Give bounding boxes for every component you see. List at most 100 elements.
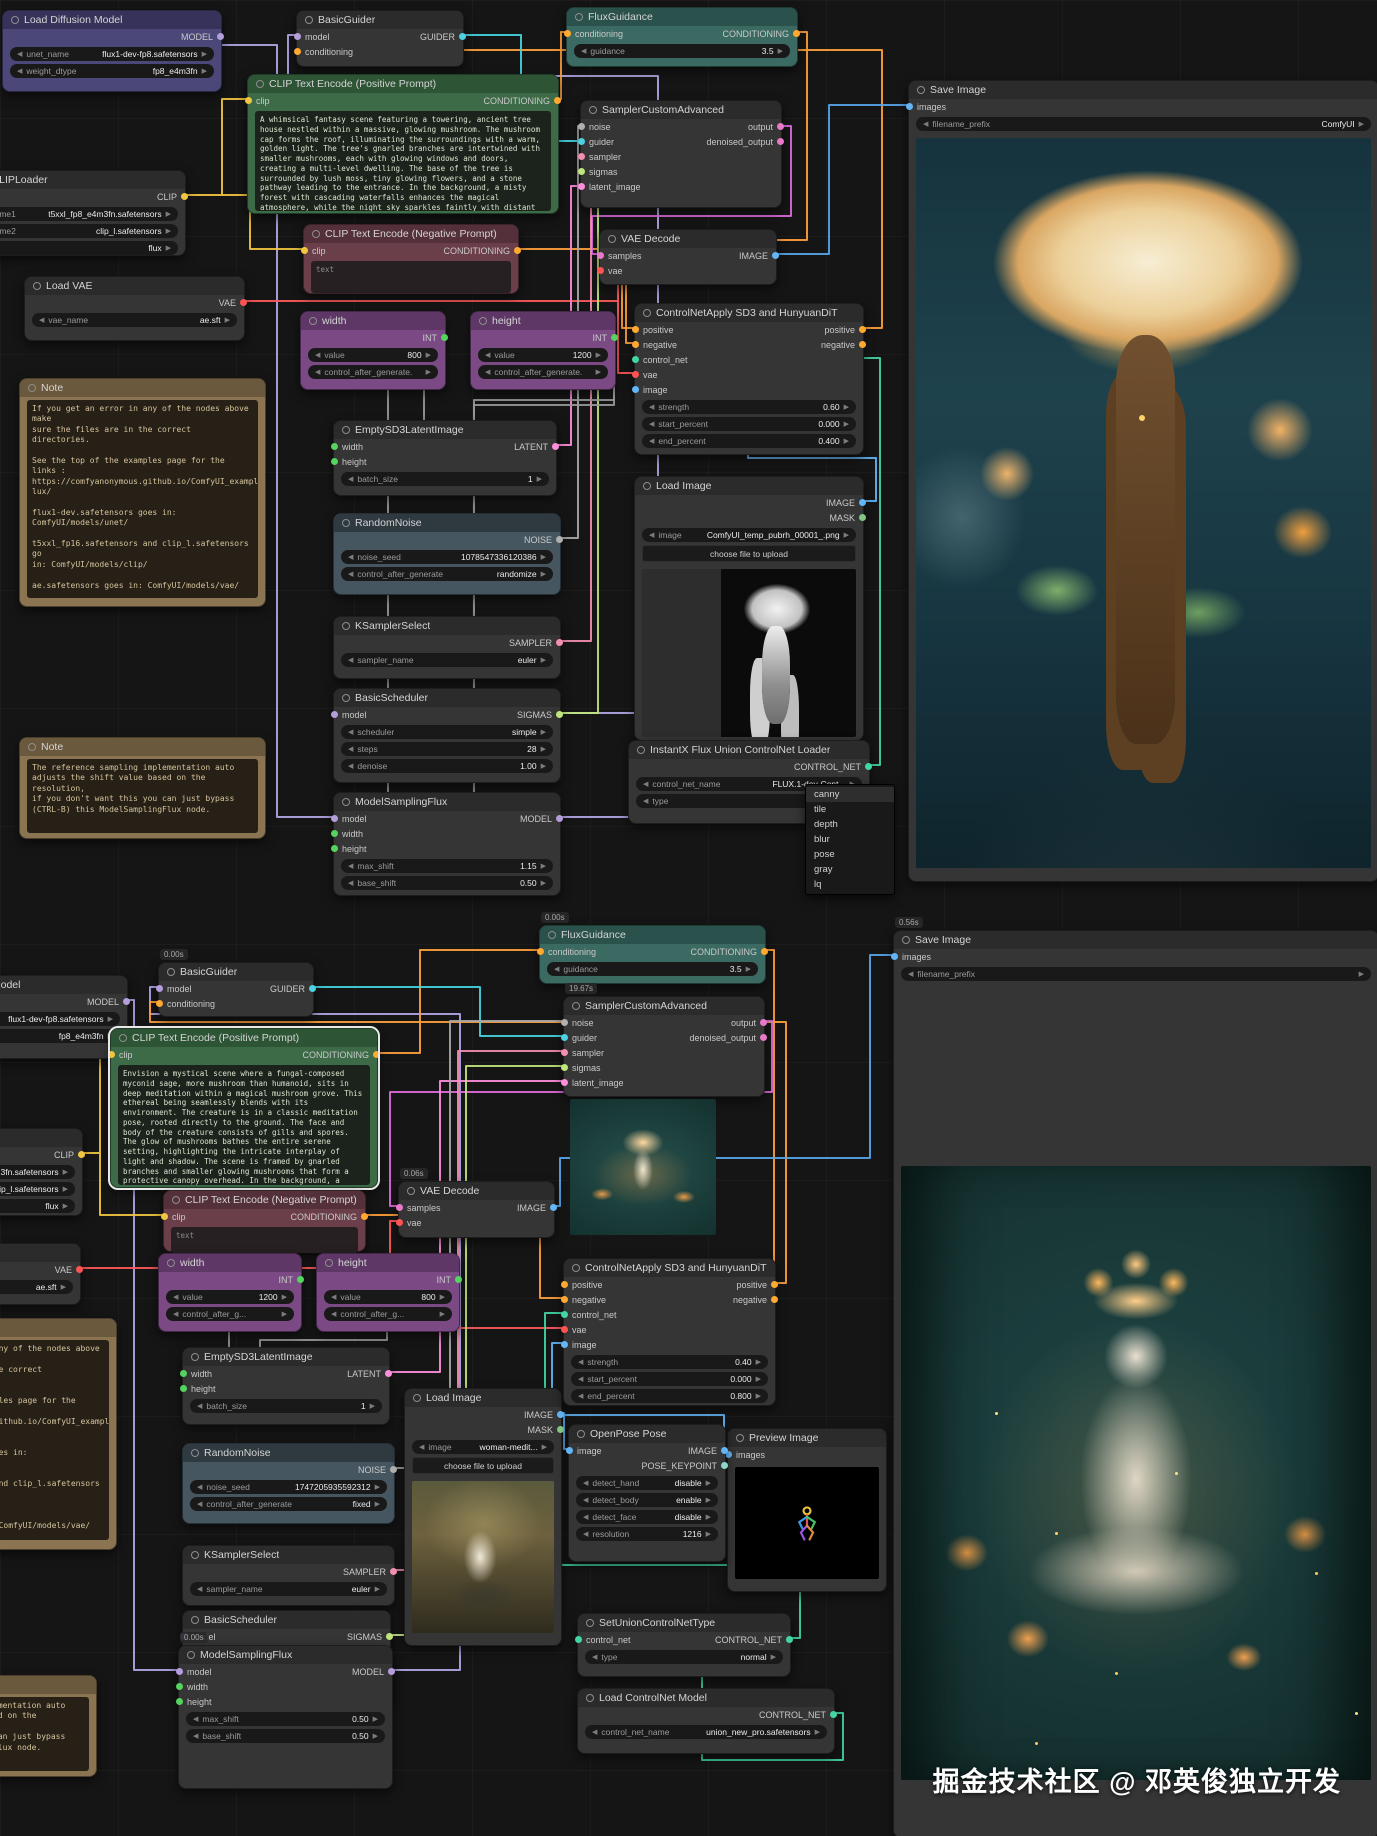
control_net-input-socket-icon[interactable] bbox=[575, 1636, 582, 1643]
vae-input-socket-icon[interactable] bbox=[396, 1219, 403, 1226]
sigmas-input[interactable]: sigmas bbox=[568, 1063, 601, 1073]
node-header[interactable]: height bbox=[471, 312, 615, 330]
increment-arrow-icon[interactable]: ▶ bbox=[202, 50, 207, 58]
decrement-arrow-icon[interactable]: ◀ bbox=[348, 475, 353, 483]
POSE_KEYPOINT-output-socket-icon[interactable] bbox=[721, 1462, 728, 1469]
widget-type[interactable]: ◀typeflux▶ bbox=[0, 241, 178, 255]
CLIP-output-socket-icon[interactable] bbox=[181, 193, 188, 200]
noise-input-socket-icon[interactable] bbox=[578, 123, 585, 130]
GUIDER-output[interactable]: GUIDER bbox=[420, 32, 459, 42]
negative-input[interactable]: negative bbox=[639, 340, 677, 350]
basic-scheduler-top[interactable]: BasicSchedulermodelSIGMAS◀schedulersimpl… bbox=[333, 688, 561, 783]
clip-text-encode-positive-bottom[interactable]: CLIP Text Encode (Positive Prompt)clipCO… bbox=[110, 1028, 378, 1188]
sampler-input-socket-icon[interactable] bbox=[578, 153, 585, 160]
load-image-bottom[interactable]: Load ImageIMAGEMASK◀imagewoman-medit...▶… bbox=[404, 1388, 562, 1646]
VAE-output-socket-icon[interactable] bbox=[76, 1266, 83, 1273]
clip-input[interactable]: clip bbox=[115, 1050, 133, 1060]
dropdown-item-blur[interactable]: blur bbox=[806, 832, 894, 847]
node-header[interactable]: Load Diffusion Model bbox=[0, 976, 127, 994]
width-input-socket-icon[interactable] bbox=[331, 830, 338, 837]
increment-arrow-icon[interactable]: ▶ bbox=[375, 1483, 380, 1491]
decrement-arrow-icon[interactable]: ◀ bbox=[348, 728, 353, 736]
denoised_output-output[interactable]: denoised_output bbox=[706, 137, 777, 147]
MODEL-output[interactable]: MODEL bbox=[181, 32, 217, 42]
POSE_KEYPOINT-output[interactable]: POSE_KEYPOINT bbox=[641, 1461, 721, 1471]
width-input[interactable]: width bbox=[338, 829, 363, 839]
MODEL-output-socket-icon[interactable] bbox=[556, 815, 563, 822]
MASK-output[interactable]: MASK bbox=[829, 513, 859, 523]
widget-scheduler[interactable]: ◀schedulersimple▶ bbox=[341, 725, 553, 739]
GUIDER-output[interactable]: GUIDER bbox=[270, 984, 309, 994]
load-diffusion-model-top[interactable]: Load Diffusion ModelMODEL◀unet_nameflux1… bbox=[2, 10, 222, 92]
dropdown-item-canny[interactable]: canny bbox=[806, 787, 894, 802]
note-files-bottom[interactable]: NoteIf you get an error in any of the no… bbox=[0, 1318, 117, 1550]
IMAGE-output[interactable]: IMAGE bbox=[739, 251, 772, 261]
widget-type[interactable]: ◀typeflux▶ bbox=[0, 1199, 75, 1213]
widget-unet_name[interactable]: ◀unet_nameflux1-dev-fp8.safetensors▶ bbox=[0, 1012, 120, 1026]
CONTROL_NET-output[interactable]: CONTROL_NET bbox=[715, 1635, 786, 1645]
images-input-socket-icon[interactable] bbox=[906, 103, 913, 110]
decrement-arrow-icon[interactable]: ◀ bbox=[315, 368, 320, 376]
increment-arrow-icon[interactable]: ▶ bbox=[706, 1530, 711, 1538]
decrement-arrow-icon[interactable]: ◀ bbox=[581, 47, 586, 55]
save-image-top[interactable]: Save Imageimages◀filename_prefixComfyUI▶ bbox=[908, 80, 1377, 882]
node-header[interactable]: Note bbox=[20, 738, 265, 756]
CONTROL_NET-output-socket-icon[interactable] bbox=[865, 763, 872, 770]
decrement-arrow-icon[interactable]: ◀ bbox=[583, 1513, 588, 1521]
widget-sampler_name[interactable]: ◀sampler_nameeuler▶ bbox=[190, 1582, 387, 1596]
samples-input-socket-icon[interactable] bbox=[597, 252, 604, 259]
note-sampling-top[interactable]: Note The reference sampling implementatio… bbox=[19, 737, 266, 839]
node-header[interactable]: DualCLIPLoader bbox=[0, 171, 185, 189]
increment-arrow-icon[interactable]: ▶ bbox=[440, 1310, 445, 1318]
INT-output-socket-icon[interactable] bbox=[611, 334, 618, 341]
height-input[interactable]: height bbox=[187, 1384, 216, 1394]
node-header[interactable]: OpenPose Pose bbox=[569, 1425, 725, 1443]
sigmas-input[interactable]: sigmas bbox=[585, 167, 618, 177]
vae-input[interactable]: vae bbox=[604, 266, 623, 276]
increment-arrow-icon[interactable]: ▶ bbox=[541, 728, 546, 736]
vae-decode-bottom[interactable]: 0.06sVAE DecodesamplesIMAGEvae bbox=[398, 1181, 555, 1238]
widget-image[interactable]: ◀imageComfyUI_temp_pubrh_00001_.png▶ bbox=[642, 528, 856, 542]
widget-steps[interactable]: ◀steps28▶ bbox=[341, 742, 553, 756]
widget-noise_seed[interactable]: ◀noise_seed1078547336120386▶ bbox=[341, 550, 553, 564]
clip-input[interactable]: clip bbox=[168, 1212, 186, 1222]
increment-arrow-icon[interactable]: ▶ bbox=[771, 1653, 776, 1661]
output-output-socket-icon[interactable] bbox=[760, 1019, 767, 1026]
increment-arrow-icon[interactable]: ▶ bbox=[778, 47, 783, 55]
CONDITIONING-output-socket-icon[interactable] bbox=[554, 97, 561, 104]
increment-arrow-icon[interactable]: ▶ bbox=[844, 403, 849, 411]
set-union-controlnet-type[interactable]: SetUnionControlNetTypecontrol_netCONTROL… bbox=[577, 1613, 791, 1677]
CLIP-output[interactable]: CLIP bbox=[54, 1150, 78, 1160]
VAE-output-socket-icon[interactable] bbox=[240, 299, 247, 306]
increment-arrow-icon[interactable]: ▶ bbox=[541, 656, 546, 664]
widget-filename_prefix[interactable]: ◀filename_prefixComfyUI▶ bbox=[916, 117, 1371, 131]
save-image-bottom[interactable]: 0.56sSave Imageimages◀filename_prefix▶ bbox=[893, 930, 1377, 1836]
node-header[interactable]: BasicScheduler bbox=[334, 689, 560, 707]
positive-output-socket-icon[interactable] bbox=[859, 326, 866, 333]
dropdown-item-lq[interactable]: lq bbox=[806, 877, 894, 892]
text-widget[interactable]: The reference sampling implementation au… bbox=[27, 759, 258, 833]
text-widget[interactable]: A whimsical fantasy scene featuring a to… bbox=[255, 111, 551, 211]
text-widget[interactable]: If you get an error in any of the nodes … bbox=[0, 1340, 109, 1540]
clip-text-encode-negative-bottom[interactable]: CLIP Text Encode (Negative Prompt)clipCO… bbox=[163, 1190, 366, 1252]
SAMPLER-output[interactable]: SAMPLER bbox=[509, 638, 556, 648]
decrement-arrow-icon[interactable]: ◀ bbox=[348, 862, 353, 870]
node-header[interactable]: VAE Decode bbox=[600, 230, 776, 248]
CONDITIONING-output[interactable]: CONDITIONING bbox=[484, 96, 555, 106]
increment-arrow-icon[interactable]: ▶ bbox=[108, 1015, 113, 1023]
image-input[interactable]: image bbox=[568, 1340, 597, 1350]
CONDITIONING-output[interactable]: CONDITIONING bbox=[691, 947, 762, 957]
CONDITIONING-output[interactable]: CONDITIONING bbox=[444, 246, 515, 256]
denoised_output-output[interactable]: denoised_output bbox=[689, 1033, 760, 1043]
CONDITIONING-output[interactable]: CONDITIONING bbox=[303, 1050, 374, 1060]
samples-input[interactable]: samples bbox=[604, 251, 642, 261]
decrement-arrow-icon[interactable]: ◀ bbox=[578, 1392, 583, 1400]
vae-input-socket-icon[interactable] bbox=[561, 1326, 568, 1333]
MODEL-output-socket-icon[interactable] bbox=[217, 33, 224, 40]
widget-start_percent[interactable]: ◀start_percent0.000▶ bbox=[642, 417, 856, 431]
widget-clip_name2[interactable]: ◀clip_name2clip_l.safetensors▶ bbox=[0, 1182, 75, 1196]
INT-output-socket-icon[interactable] bbox=[297, 1276, 304, 1283]
positive-input-socket-icon[interactable] bbox=[632, 326, 639, 333]
conditioning-input-socket-icon[interactable] bbox=[294, 48, 301, 55]
sampler-input-socket-icon[interactable] bbox=[561, 1049, 568, 1056]
